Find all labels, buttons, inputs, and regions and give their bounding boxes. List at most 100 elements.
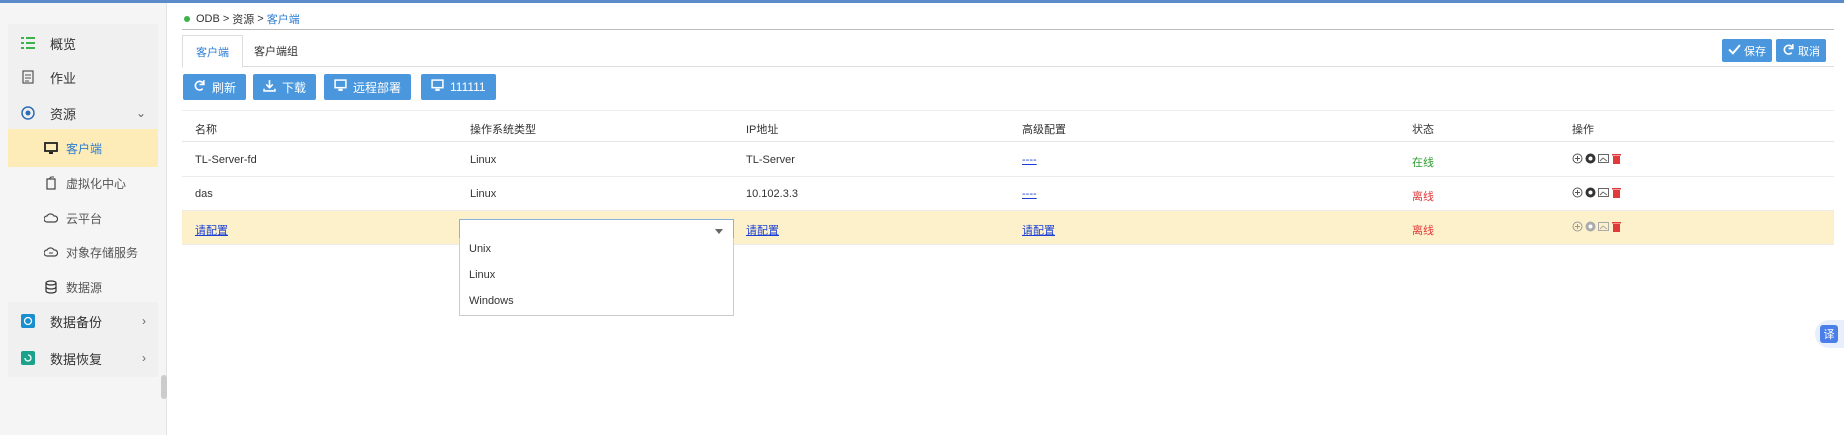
configure-name-link[interactable]: 请配置 [195,222,228,238]
sidebar-item-restore[interactable]: 数据恢复 › [8,339,158,377]
advanced-config-link[interactable]: ---- [1022,154,1037,166]
download-icon [263,79,276,95]
cell-ip: TL-Server [746,154,795,166]
settings-icon[interactable] [1585,221,1596,232]
translate-icon: 译 [1820,325,1838,343]
sidebar-item-label: 对象存储服务 [66,245,139,260]
cell-os: Linux [470,154,497,166]
virtual-center-icon [44,176,58,190]
header-name: 名称 [195,124,217,136]
custom-button[interactable]: 111111 [421,74,496,100]
resource-icon [20,105,36,121]
breadcrumb: ODB > 资源 > 客户端 [184,11,300,27]
chevron-right-icon: › [142,351,146,365]
refresh-label: 刷新 [212,80,237,95]
download-label: 下载 [282,80,307,95]
header-ip: IP地址 [746,124,779,136]
monitor-icon [334,79,347,95]
document-icon [20,69,36,85]
sidebar-collapse-handle[interactable] [161,375,167,399]
dropdown-option-linux[interactable]: Linux [469,269,495,281]
sidebar-item-label: 资源 [50,106,77,122]
sidebar-item-resource[interactable]: 资源 ⌄ [8,94,158,132]
delete-icon[interactable] [1611,153,1622,164]
image-icon[interactable] [1598,221,1609,232]
cell-name: das [195,188,213,200]
dropdown-option-windows[interactable]: Windows [469,295,514,307]
header-status: 状态 [1412,124,1434,136]
custom-label: 111111 [450,80,486,94]
sidebar: 概览 作业 资源 ⌄ 客户端 虚拟化中心 云平台 对象存储服务 数据源 数据备份… [0,3,167,435]
refresh-button[interactable]: 刷新 [183,74,247,100]
chevron-right-icon: › [142,314,146,328]
cancel-button[interactable]: 取消 [1776,39,1826,62]
restore-icon [20,350,36,366]
sidebar-item-client[interactable]: 客户端 [8,129,158,167]
sidebar-item-overview[interactable]: 概览 [8,24,158,62]
cell-ip: 10.102.3.3 [746,188,798,200]
tab-label: 客户端组 [254,46,298,58]
configure-advanced-link[interactable]: 请配置 [1022,222,1055,238]
sidebar-item-label: 云平台 [66,211,103,226]
image-icon[interactable] [1598,187,1609,198]
download-button[interactable]: 下载 [253,74,317,100]
delete-icon[interactable] [1611,221,1622,232]
tab-client-group[interactable]: 客户端组 [241,35,311,67]
header-ops: 操作 [1572,124,1594,136]
delete-icon[interactable] [1611,187,1622,198]
refresh-icon [1782,43,1795,59]
remote-deploy-button[interactable]: 远程部署 [324,74,412,100]
settings-icon[interactable] [1585,153,1596,164]
tab-client[interactable]: 客户端 [182,35,243,68]
sidebar-item-label: 概览 [50,36,77,52]
tab-bar: 客户端 客户端组 [182,35,1834,68]
advanced-config-link[interactable]: ---- [1022,188,1037,200]
table-row[interactable]: das Linux 10.102.3.3 ---- 离线 [182,177,1834,211]
translate-button[interactable]: 译 [1815,320,1844,348]
list-icon [20,35,36,51]
sidebar-item-datasource[interactable]: 数据源 [8,268,158,306]
refresh-icon [193,79,206,95]
breadcrumb-divider [182,29,1834,30]
tab-label: 客户端 [196,46,229,59]
table-row-editing[interactable]: 请配置 请配置 请配置 离线 [182,211,1834,245]
breadcrumb-resource[interactable]: 资源 [232,11,254,27]
cancel-label: 取消 [1798,45,1820,58]
sidebar-item-job[interactable]: 作业 [8,58,158,96]
monitor-icon [431,79,444,95]
sidebar-item-backup[interactable]: 数据备份 › [8,302,158,340]
add-icon[interactable] [1572,221,1583,232]
cloud-icon [44,211,58,225]
save-button[interactable]: 保存 [1722,39,1772,62]
breadcrumb-separator: > [222,13,230,25]
check-icon [1728,43,1741,59]
cell-os: Linux [470,188,497,200]
sidebar-item-label: 作业 [50,70,77,86]
sidebar-item-label: 虚拟化中心 [66,176,127,191]
image-icon[interactable] [1598,153,1609,164]
add-icon[interactable] [1572,153,1583,164]
caret-down-icon [715,229,723,234]
row-actions [1572,187,1622,198]
top-accent-bar [0,0,1844,3]
sidebar-item-object-storage[interactable]: 对象存储服务 [8,233,158,271]
add-icon[interactable] [1572,187,1583,198]
row-actions [1572,221,1622,232]
dropdown-option-unix[interactable]: Unix [469,243,491,255]
status-dot [184,16,190,22]
os-type-dropdown: Unix Linux Windows [459,238,734,316]
sidebar-item-label: 数据源 [66,280,103,295]
remote-deploy-label: 远程部署 [353,80,402,95]
breadcrumb-current: 客户端 [266,14,300,26]
status-badge: 离线 [1412,191,1434,203]
header-advanced: 高级配置 [1022,124,1066,136]
sidebar-item-cloud[interactable]: 云平台 [8,199,158,237]
sidebar-item-virtual[interactable]: 虚拟化中心 [8,164,158,202]
table-row[interactable]: TL-Server-fd Linux TL-Server ---- 在线 [182,143,1834,177]
status-badge: 离线 [1412,225,1434,237]
database-icon [44,280,58,294]
breadcrumb-root[interactable]: ODB [196,13,220,25]
configure-ip-link[interactable]: 请配置 [746,222,779,238]
settings-icon[interactable] [1585,187,1596,198]
sidebar-item-label: 客户端 [66,141,103,156]
